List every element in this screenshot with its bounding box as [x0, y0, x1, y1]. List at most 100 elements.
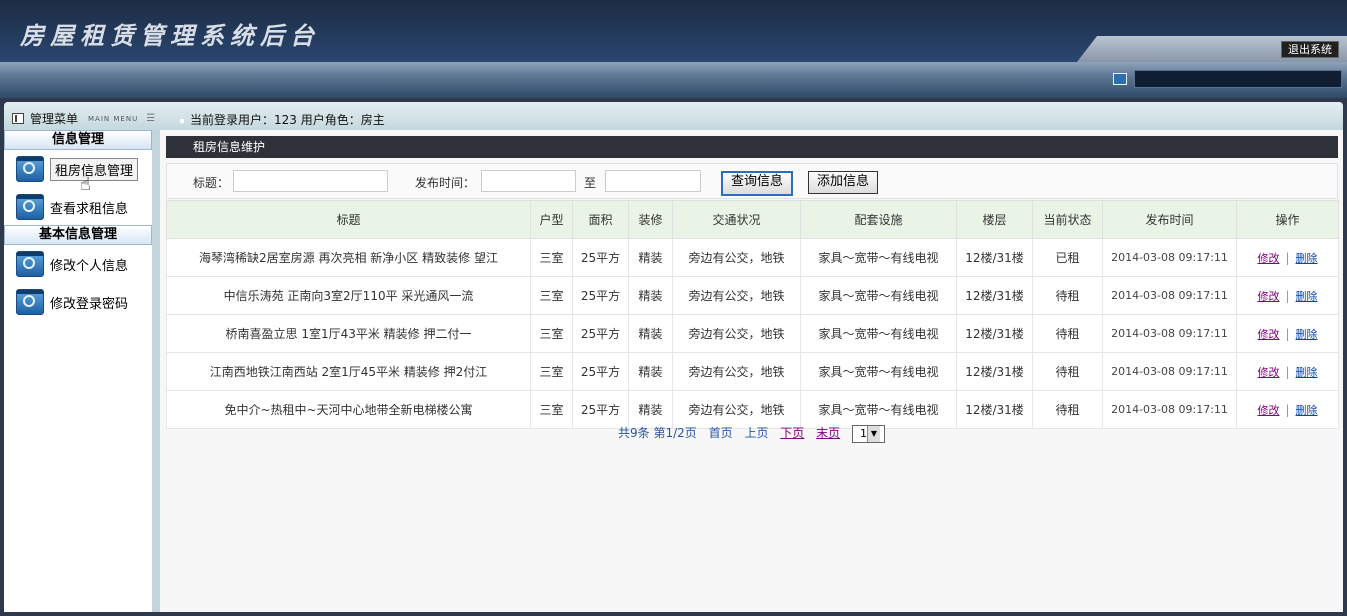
sidebar-item-wanted-info[interactable]: 查看求租信息: [4, 188, 152, 226]
table-row: 免中介~热租中~天河中心地带全新电梯楼公寓 三室 25平方 精装 旁边有公交，地…: [166, 390, 1339, 429]
edit-link[interactable]: 修改: [1257, 366, 1279, 379]
op-separator: |: [1285, 288, 1290, 303]
cell-status: 待租: [1032, 352, 1103, 391]
pagination: 共9条 第1/2页 首页 上页 下页 末页 1 ▼: [160, 424, 1343, 443]
column-header: 装修: [628, 200, 673, 239]
sub-header-bar: [0, 62, 1347, 98]
cell-area: 25平方: [572, 314, 629, 353]
column-header: 当前状态: [1032, 200, 1103, 239]
menu-title-label: 管理菜单: [30, 112, 79, 126]
table-header-row: 标题 户型 面积 装修 交通状况 配套设施 楼层 当前状态 发布时间 操作: [166, 200, 1339, 239]
cell-layout: 三室: [530, 390, 573, 429]
delete-link[interactable]: 删除: [1296, 290, 1318, 303]
current-user-info: 当前登录用户：123 用户角色：房主: [180, 111, 385, 128]
delete-link[interactable]: 删除: [1296, 252, 1318, 265]
cell-layout: 三室: [530, 276, 573, 315]
cell-actions: 修改 | 删除: [1236, 276, 1339, 315]
cell-status: 待租: [1032, 314, 1103, 353]
table-row: 桥南喜盈立思 1室1厅43平米 精装修 押二付一 三室 25平方 精装 旁边有公…: [166, 314, 1339, 353]
title-label: 标题：: [193, 176, 230, 190]
cell-area: 25平方: [572, 276, 629, 315]
publish-time-to-input[interactable]: [605, 170, 701, 192]
table-row: 海琴湾稀缺2居室房源 再次亮相 新净小区 精致装修 望江 三室 25平方 精装 …: [166, 238, 1339, 277]
delete-link[interactable]: 删除: [1296, 366, 1318, 379]
publish-time-label: 发布时间：: [415, 176, 476, 190]
page-select[interactable]: 1 ▼: [851, 424, 885, 443]
pager-next-link[interactable]: 下页: [780, 426, 804, 440]
cell-facilities: 家具～宽带～有线电视: [800, 276, 957, 315]
cell-publish-time: 2014-03-08 09:17:11: [1102, 390, 1237, 429]
sidebar-item-label: 修改登录密码: [50, 296, 129, 312]
table-row: 江南西地铁江南西站 2室1厅45平米 精装修 押2付江 三室 25平方 精装 旁…: [166, 352, 1339, 391]
logout-button[interactable]: 退出系统: [1281, 41, 1339, 58]
pager-summary: 共9条 第1/2页: [618, 426, 697, 440]
column-header: 户型: [530, 200, 573, 239]
cell-actions: 修改 | 删除: [1236, 314, 1339, 353]
publish-time-from-input[interactable]: [481, 170, 576, 192]
cell-facilities: 家具～宽带～有线电视: [800, 390, 957, 429]
cell-publish-time: 2014-03-08 09:17:11: [1102, 352, 1237, 391]
sidebar-item-rental-info[interactable]: 租房信息管理 ☝: [4, 150, 152, 195]
pager-first-link[interactable]: 首页: [709, 426, 733, 440]
cell-facilities: 家具～宽带～有线电视: [800, 352, 957, 391]
add-button[interactable]: 添加信息: [808, 171, 879, 194]
cell-area: 25平方: [572, 238, 629, 277]
rental-table: 标题 户型 面积 装修 交通状况 配套设施 楼层 当前状态 发布时间 操作 海琴…: [166, 200, 1339, 429]
cell-decoration: 精装: [628, 352, 673, 391]
sidebar-item-label: 修改个人信息: [50, 258, 129, 274]
column-header: 面积: [572, 200, 629, 239]
sidebar-group-heading: 信息管理: [4, 130, 152, 150]
edit-link[interactable]: 修改: [1257, 252, 1279, 265]
cell-actions: 修改 | 删除: [1236, 352, 1339, 391]
cell-decoration: 精装: [628, 390, 673, 429]
edit-link[interactable]: 修改: [1257, 328, 1279, 341]
cell-floor: 12楼/31楼: [956, 276, 1033, 315]
sidebar-item-label: 租房信息管理: [50, 157, 139, 181]
gear-icon: [16, 251, 44, 277]
sidebar-item-change-password[interactable]: 修改登录密码: [4, 283, 152, 321]
pager-last-link[interactable]: 末页: [816, 426, 840, 440]
section-title: 租房信息维护: [166, 136, 1338, 158]
edit-link[interactable]: 修改: [1257, 404, 1279, 417]
delete-link[interactable]: 删除: [1296, 328, 1318, 341]
sidebar-group-heading: 基本信息管理: [4, 225, 152, 245]
gear-icon: [16, 156, 44, 182]
pager-prev-link[interactable]: 上页: [744, 426, 768, 440]
gear-icon: [16, 289, 44, 315]
cell-transport: 旁边有公交，地铁: [672, 276, 801, 315]
cell-decoration: 精装: [628, 314, 673, 353]
sidebar: 信息管理 租房信息管理 ☝ 查看求租信息 基本信息管理 修改个人信息 修改登录密…: [4, 130, 152, 612]
cell-publish-time: 2014-03-08 09:17:11: [1102, 238, 1237, 277]
sidebar-divider: [152, 130, 160, 612]
page-select-value: 1: [859, 426, 867, 440]
cell-facilities: 家具～宽带～有线电视: [800, 238, 957, 277]
menu-title: 管理菜单 MAIN MENU ☰: [12, 110, 155, 127]
cell-decoration: 精装: [628, 238, 673, 277]
menu-lines-icon: ☰: [146, 113, 156, 124]
op-separator: |: [1285, 364, 1290, 379]
column-header: 标题: [166, 200, 531, 239]
cell-status: 待租: [1032, 390, 1103, 429]
title-search-input[interactable]: [233, 170, 388, 192]
delete-link[interactable]: 删除: [1296, 404, 1318, 417]
query-button[interactable]: 查询信息: [721, 171, 794, 196]
op-separator: |: [1285, 326, 1290, 341]
cell-title: 免中介~热租中~天河中心地带全新电梯楼公寓: [166, 390, 531, 429]
menu-icon: [12, 113, 24, 124]
edit-link[interactable]: 修改: [1257, 290, 1279, 303]
cell-actions: 修改 | 删除: [1236, 238, 1339, 277]
cell-layout: 三室: [530, 352, 573, 391]
cell-transport: 旁边有公交，地铁: [672, 390, 801, 429]
cell-floor: 12楼/31楼: [956, 352, 1033, 391]
cell-area: 25平方: [572, 352, 629, 391]
cell-title: 中信乐涛苑 正南向3室2厅110平 采光通风一流: [166, 276, 531, 315]
cell-status: 已租: [1032, 238, 1103, 277]
cell-layout: 三室: [530, 314, 573, 353]
search-form: 标题： 发布时间： 至 查询信息 添加信息: [166, 163, 1338, 199]
content-panel: 租房信息维护 标题： 发布时间： 至 查询信息 添加信息 标题 户型 面积 装修…: [160, 130, 1343, 612]
sidebar-item-edit-profile[interactable]: 修改个人信息: [4, 245, 152, 283]
monitor-icon: [1113, 73, 1127, 85]
op-separator: |: [1285, 402, 1290, 417]
header-status-field: [1134, 70, 1342, 88]
cell-title: 海琴湾稀缺2居室房源 再次亮相 新净小区 精致装修 望江: [166, 238, 531, 277]
